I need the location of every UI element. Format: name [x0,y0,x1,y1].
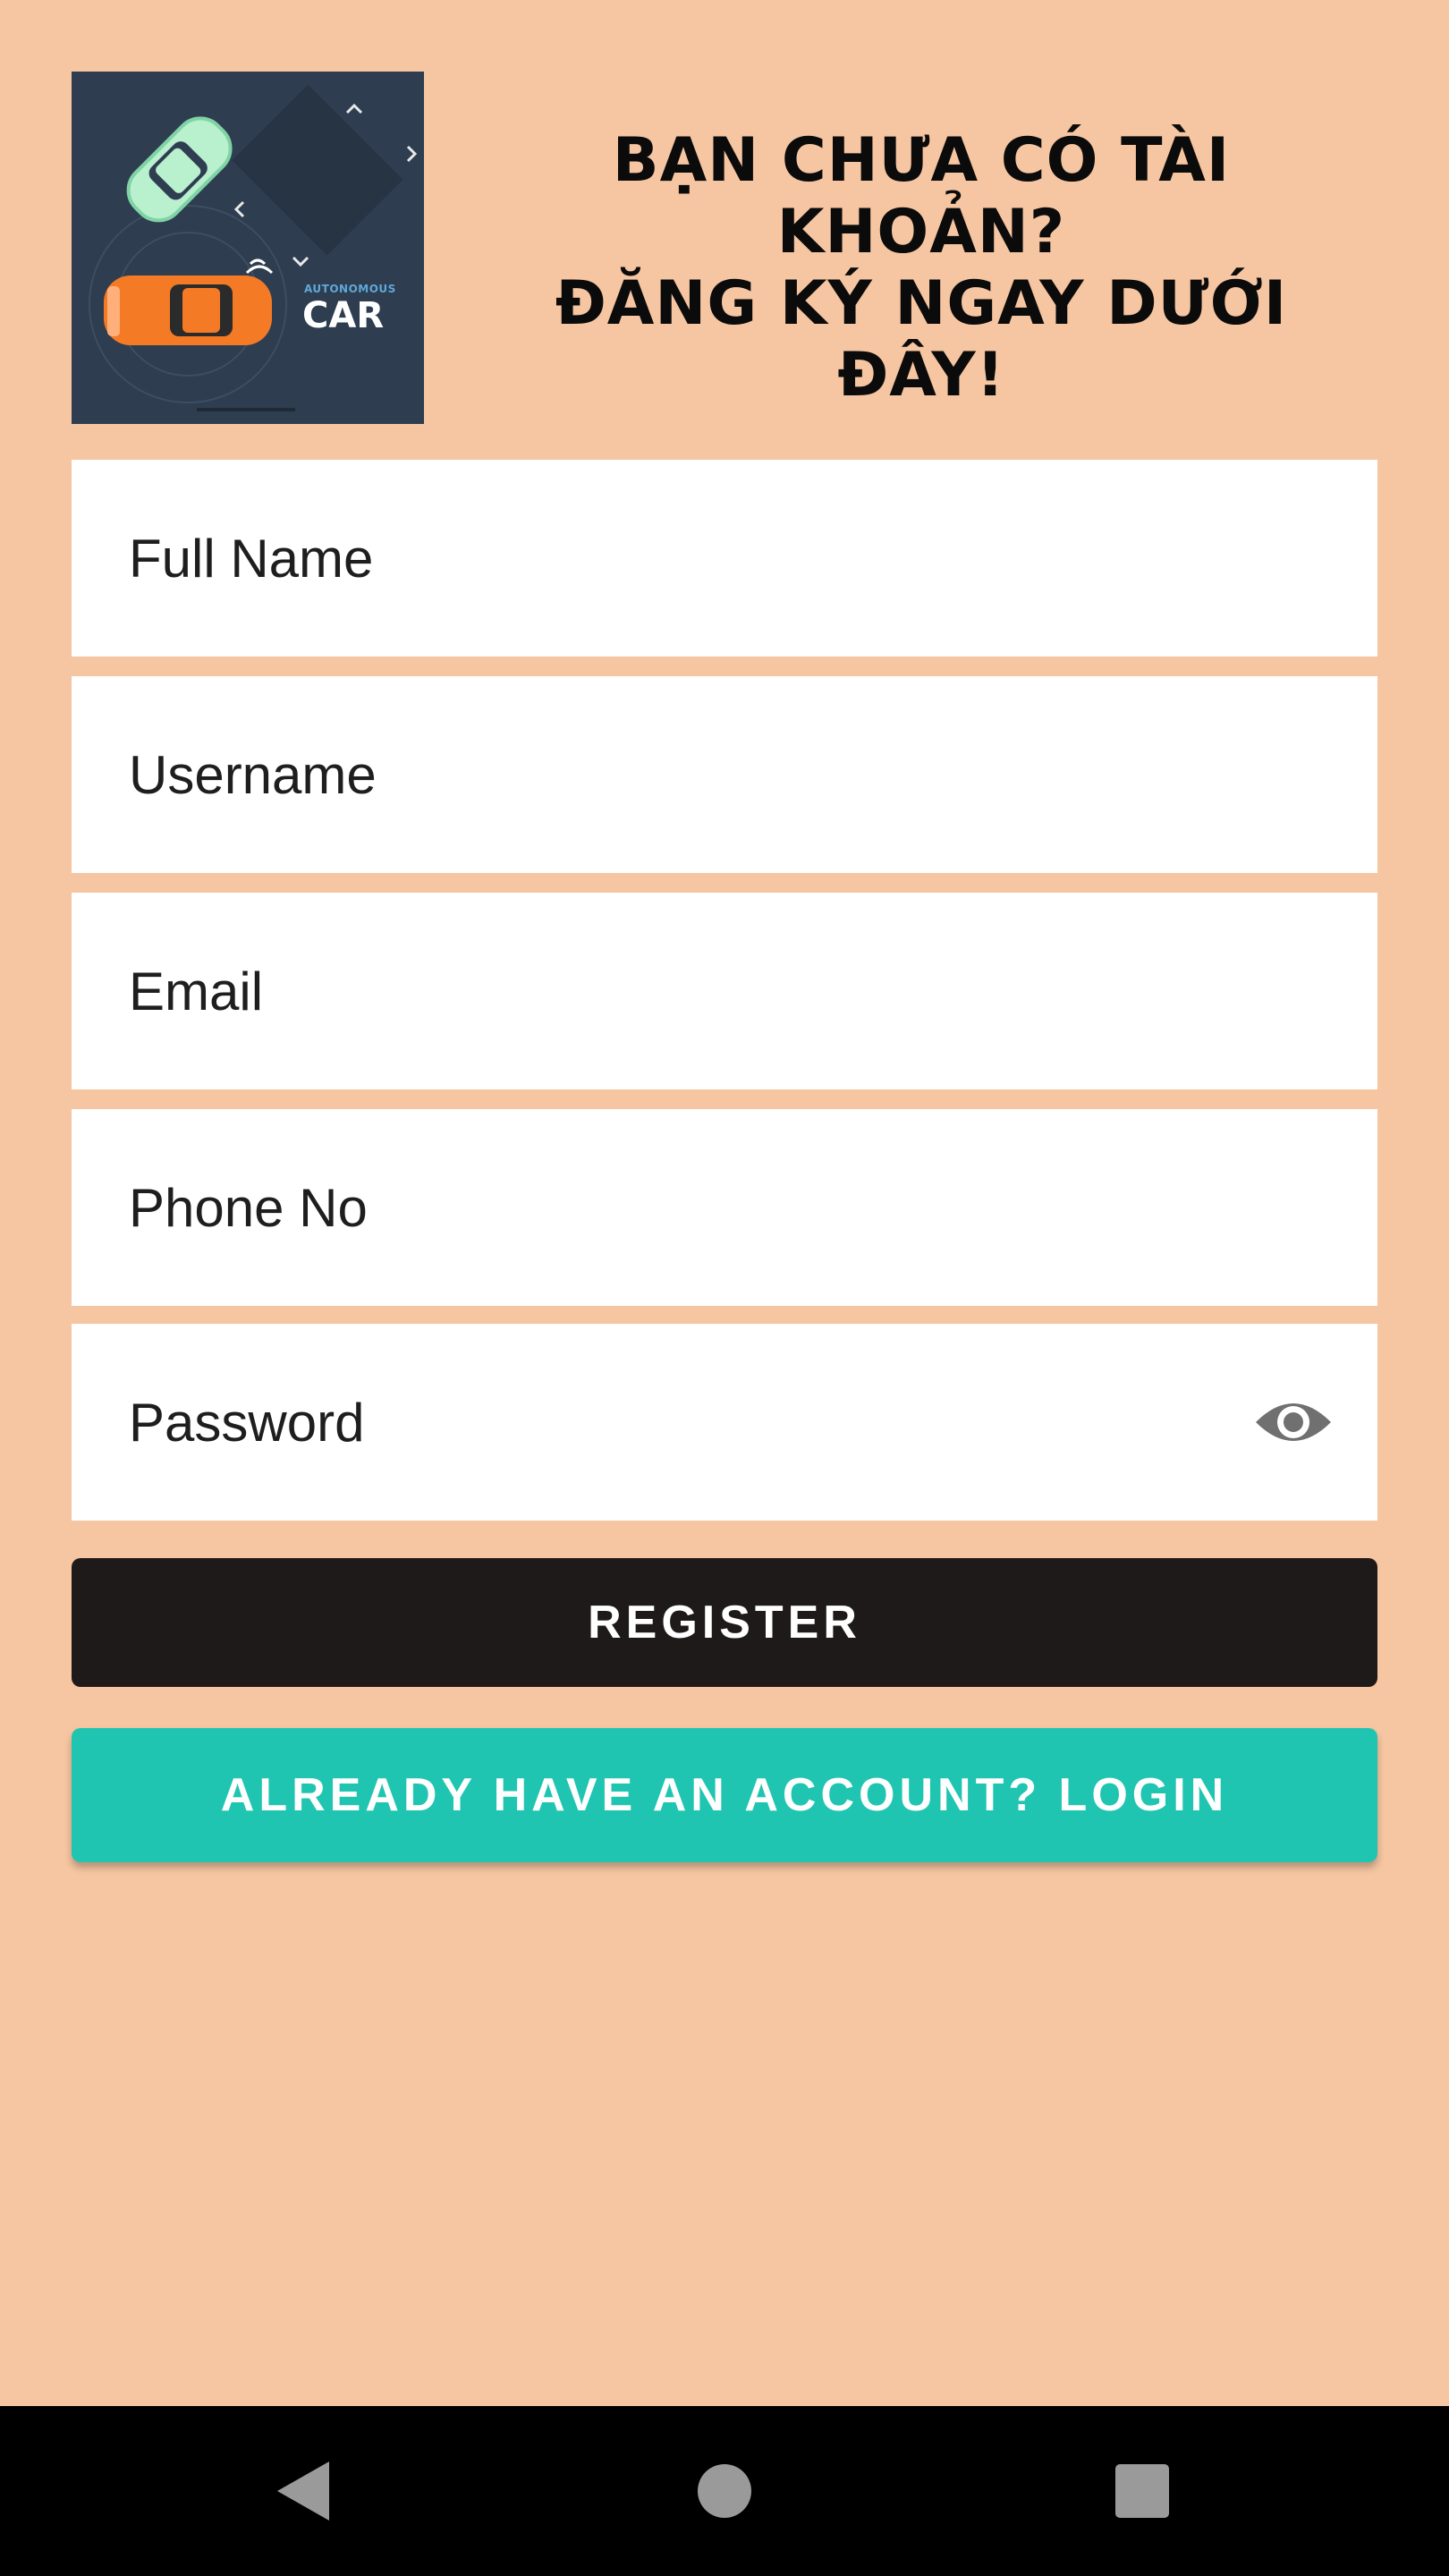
recents-square-icon[interactable] [1062,2406,1223,2576]
phone-field [72,1109,1377,1306]
header: AUTONOMOUS CAR BẠN CHƯA CÓ TÀI KHOẢN? ĐĂ… [72,72,1377,424]
username-field [72,676,1377,873]
phone-input[interactable] [129,1109,1256,1306]
password-field [72,1324,1377,1521]
title-line: ĐÂY! [837,340,1005,411]
logo-big-text: CAR [302,295,385,336]
username-input[interactable] [129,676,1256,873]
eye-icon[interactable] [1252,1394,1335,1451]
register-button[interactable]: REGISTER [72,1558,1377,1687]
page-title: BẠN CHƯA CÓ TÀI KHOẢN? ĐĂNG KÝ NGAY DƯỚI… [465,125,1377,411]
register-screen: AUTONOMOUS CAR BẠN CHƯA CÓ TÀI KHOẢN? ĐĂ… [0,0,1449,2406]
login-button[interactable]: ALREADY HAVE AN ACCOUNT? LOGIN [72,1728,1377,1862]
full-name-field [72,460,1377,657]
title-line: ĐĂNG KÝ NGAY DƯỚI [555,268,1288,339]
system-nav-bar [0,2406,1449,2576]
password-input[interactable] [129,1324,1256,1521]
home-circle-icon[interactable] [644,2406,805,2576]
email-input[interactable] [129,893,1256,1089]
app-logo: AUTONOMOUS CAR [72,72,424,424]
title-line: BẠN CHƯA CÓ TÀI [612,125,1231,196]
car-illustration-icon [72,72,424,424]
back-triangle-icon[interactable] [224,2406,385,2576]
title-line: KHOẢN? [776,197,1066,267]
logo-small-text: AUTONOMOUS [304,283,396,295]
full-name-input[interactable] [129,460,1256,657]
email-field [72,893,1377,1089]
